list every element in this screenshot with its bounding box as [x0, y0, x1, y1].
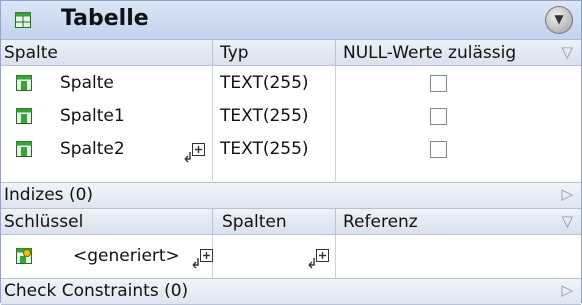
- key-header-referenz[interactable]: Referenz: [343, 212, 418, 232]
- null-checkbox[interactable]: [430, 108, 447, 125]
- check-constraints-section[interactable]: Check Constraints (0) ▷: [1, 278, 581, 305]
- column-row[interactable]: Spalte2 TEXT(255): [1, 133, 581, 166]
- column-icon: [16, 75, 32, 91]
- column-icon: [16, 141, 32, 157]
- key-icon: [16, 248, 32, 264]
- table-title[interactable]: Tabelle: [61, 6, 149, 31]
- expand-icon[interactable]: ▷: [561, 185, 573, 203]
- column-row[interactable]: Spalte TEXT(255): [1, 67, 581, 100]
- column-icon: [16, 108, 32, 124]
- table-panel: Tabelle ▼ Spalte Typ NULL-Werte zulässig…: [0, 0, 582, 305]
- table-icon: [15, 12, 31, 28]
- section-collapse-icon[interactable]: ▽: [561, 212, 573, 230]
- null-checkbox[interactable]: [430, 75, 447, 92]
- add-key-column-icon[interactable]: [308, 249, 330, 269]
- add-key-icon[interactable]: [192, 249, 214, 269]
- chevron-down-icon: ▼: [554, 12, 564, 26]
- indices-section[interactable]: Indizes (0) ▷: [1, 182, 581, 209]
- add-column-icon[interactable]: [184, 143, 206, 163]
- key-row[interactable]: <generiert>: [1, 238, 581, 276]
- collapse-button[interactable]: ▼: [545, 6, 573, 34]
- key-name[interactable]: <generiert>: [73, 246, 180, 266]
- null-checkbox[interactable]: [430, 141, 447, 158]
- key-header-spalten[interactable]: Spalten: [222, 212, 287, 232]
- column-header-null[interactable]: NULL-Werte zulässig: [343, 43, 516, 63]
- column-name[interactable]: Spalte2: [60, 139, 125, 159]
- check-constraints-label: Check Constraints (0): [4, 281, 189, 301]
- column-name[interactable]: Spalte1: [60, 106, 125, 126]
- column-row[interactable]: Spalte1 TEXT(255): [1, 100, 581, 133]
- column-type[interactable]: TEXT(255): [220, 106, 309, 126]
- columns-header: Spalte Typ NULL-Werte zulässig ▽: [1, 40, 581, 66]
- section-collapse-icon[interactable]: ▽: [561, 43, 573, 61]
- keys-header: Schlüssel Spalten Referenz ▽: [1, 209, 581, 235]
- expand-icon[interactable]: ▷: [561, 281, 573, 299]
- key-header-schluessel[interactable]: Schlüssel: [4, 212, 83, 232]
- column-header-spalte[interactable]: Spalte: [4, 43, 58, 63]
- indices-label: Indizes (0): [4, 185, 94, 205]
- column-type[interactable]: TEXT(255): [220, 139, 309, 159]
- title-bar: Tabelle ▼: [1, 1, 581, 40]
- column-header-typ[interactable]: Typ: [220, 43, 249, 63]
- column-type[interactable]: TEXT(255): [220, 73, 309, 93]
- column-name[interactable]: Spalte: [60, 73, 114, 93]
